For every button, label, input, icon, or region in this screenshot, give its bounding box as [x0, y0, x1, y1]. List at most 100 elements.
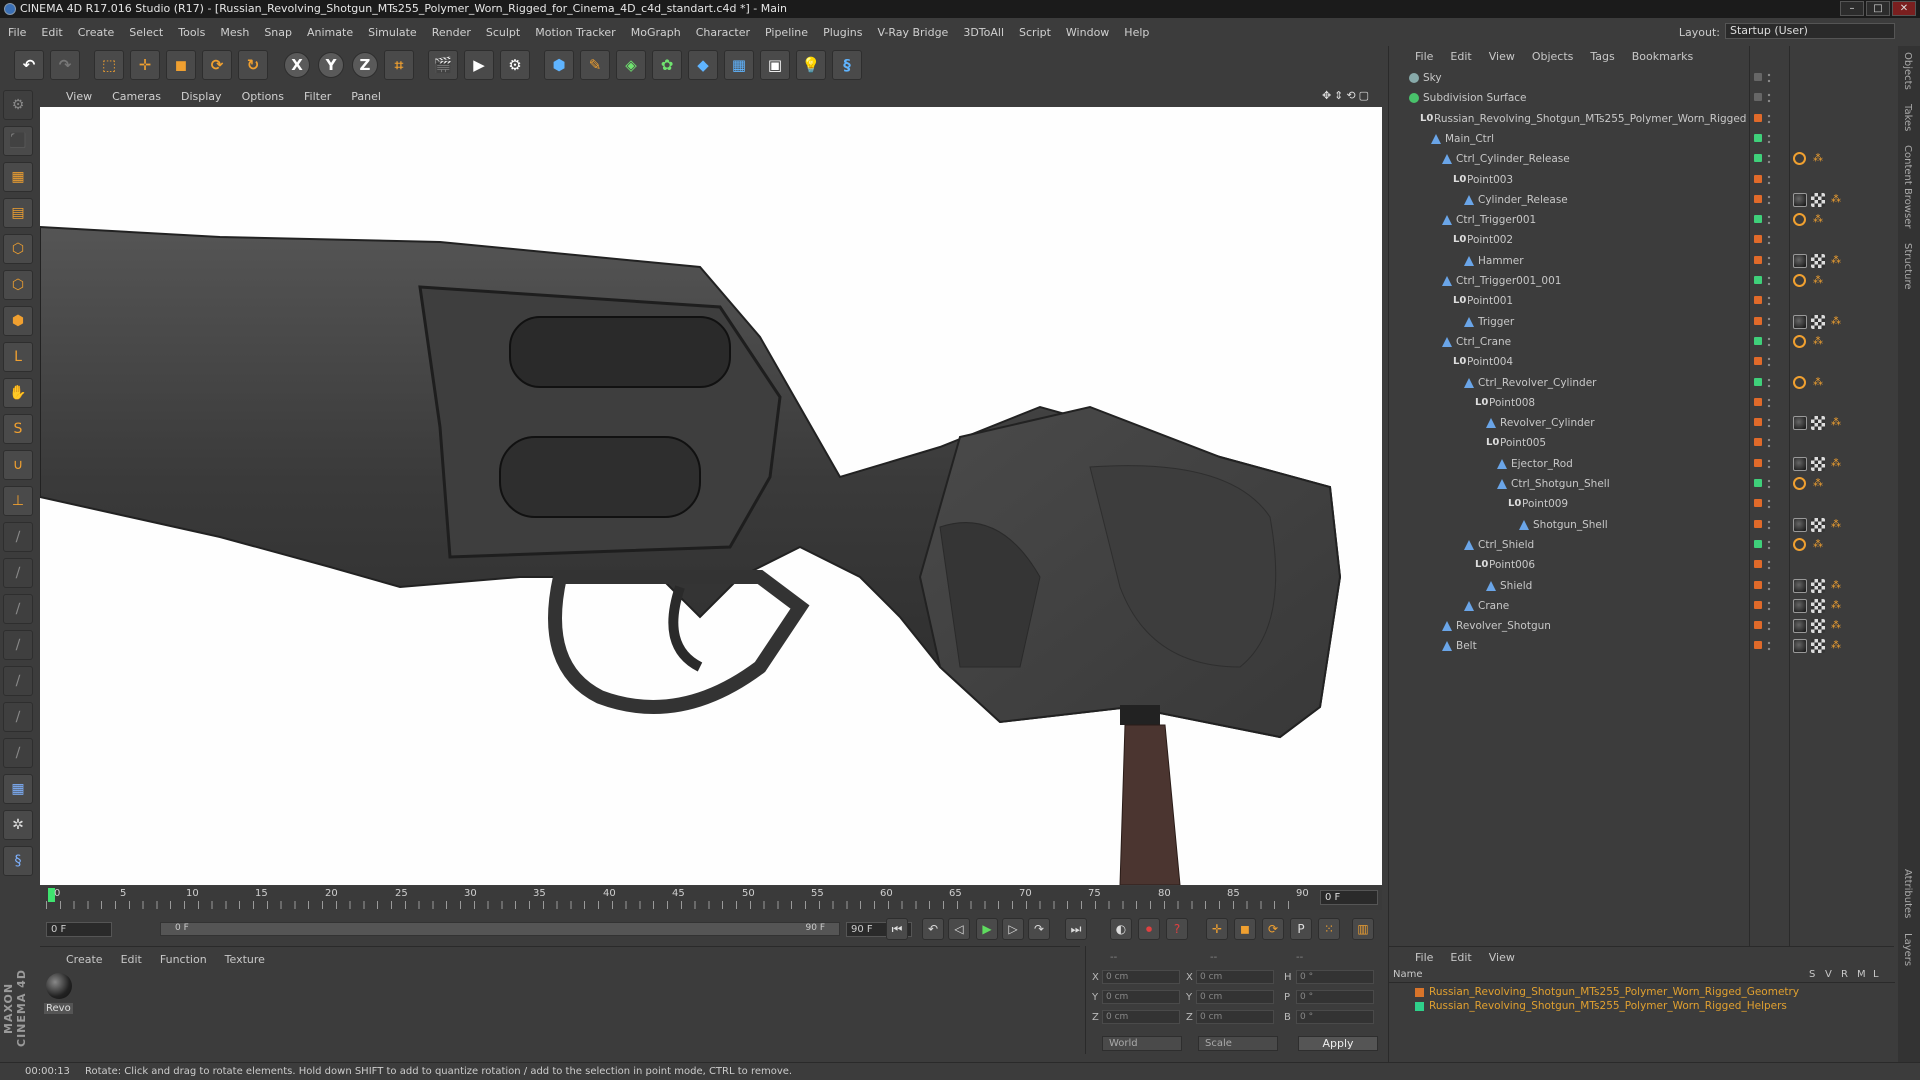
layer-color-icon[interactable]: [1754, 641, 1762, 650]
object-row[interactable]: Revolver_Shotgun ⁂: [1389, 616, 1895, 636]
gear-icon[interactable]: ✲: [3, 810, 33, 840]
object-menu-view[interactable]: View: [1489, 50, 1515, 63]
layer-color-icon[interactable]: [1754, 621, 1762, 630]
axis-mode-icon[interactable]: L: [3, 342, 33, 372]
layer-color-icon[interactable]: [1754, 133, 1762, 142]
current-frame-field[interactable]: 0 F: [1320, 890, 1378, 905]
menu-simulate[interactable]: Simulate: [368, 26, 417, 39]
visibility-toggle-icon[interactable]: [1767, 518, 1771, 531]
object-row[interactable]: Ctrl_Shotgun_Shell ⁂: [1389, 474, 1895, 494]
layer-color-icon[interactable]: [1754, 296, 1762, 305]
sculpt-brush-5-icon[interactable]: ∕: [3, 666, 33, 696]
menu-file[interactable]: File: [8, 26, 26, 39]
preview-range-slider[interactable]: 0 F 90 F: [160, 922, 840, 936]
layer-color-icon[interactable]: [1754, 235, 1762, 244]
material-tag-icon[interactable]: [1793, 192, 1807, 207]
texture-tag-icon[interactable]: [1811, 314, 1825, 329]
object-name[interactable]: Point004: [1467, 352, 1513, 372]
layer-color-icon[interactable]: [1754, 357, 1762, 366]
object-row[interactable]: Shield ⁂: [1389, 576, 1895, 596]
object-row[interactable]: Trigger ⁂: [1389, 312, 1895, 332]
recent-tool-icon[interactable]: ↻: [238, 50, 268, 80]
menu-animate[interactable]: Animate: [307, 26, 353, 39]
visibility-toggle-icon[interactable]: [1767, 620, 1771, 633]
object-name[interactable]: Belt: [1456, 636, 1477, 656]
next-frame-icon[interactable]: ▷: [1002, 918, 1024, 940]
layer-color-icon[interactable]: [1754, 336, 1762, 345]
layer-color-icon[interactable]: [1754, 93, 1762, 102]
visibility-toggle-icon[interactable]: [1767, 193, 1771, 206]
close-button[interactable]: ✕: [1892, 1, 1916, 16]
constraint-tag-icon[interactable]: ⁂: [1829, 315, 1843, 329]
previous-key-icon[interactable]: ↶: [922, 918, 944, 940]
menu-vray-bridge[interactable]: V-Ray Bridge: [877, 26, 948, 39]
object-name[interactable]: Point002: [1467, 230, 1513, 250]
constraint-tag-icon[interactable]: ⁂: [1829, 619, 1843, 633]
cube-object-icon[interactable]: ⬢: [544, 50, 574, 80]
visibility-toggle-icon[interactable]: [1767, 559, 1771, 572]
material-tag-icon[interactable]: [1793, 517, 1807, 532]
object-menu-edit[interactable]: Edit: [1450, 50, 1471, 63]
layer-menu-edit[interactable]: Edit: [1450, 951, 1471, 964]
previous-frame-icon[interactable]: ◁: [948, 918, 970, 940]
object-name[interactable]: Main_Ctrl: [1445, 129, 1494, 149]
protection-tag-icon[interactable]: [1793, 274, 1806, 287]
visibility-toggle-icon[interactable]: [1767, 92, 1771, 105]
sculpt-brush-7-icon[interactable]: ∕: [3, 738, 33, 768]
texture-mode-icon[interactable]: ▦: [3, 162, 33, 192]
object-row[interactable]: Sky: [1389, 68, 1895, 88]
layer-color-icon[interactable]: [1754, 418, 1762, 427]
visibility-toggle-icon[interactable]: [1767, 356, 1771, 369]
constraint-tag-icon[interactable]: ⁂: [1829, 457, 1843, 471]
maximize-button[interactable]: □: [1866, 1, 1890, 16]
model-mode-icon[interactable]: ⬛: [3, 126, 33, 156]
workplane-icon[interactable]: ▤: [3, 198, 33, 228]
redo-icon[interactable]: ↷: [50, 50, 80, 80]
edges-mode-icon[interactable]: ⬡: [3, 270, 33, 300]
python-icon[interactable]: §: [832, 50, 862, 80]
material-tag-icon[interactable]: [1793, 639, 1807, 654]
constraint-tag-icon[interactable]: ⁂: [1829, 193, 1843, 207]
visibility-toggle-icon[interactable]: [1767, 234, 1771, 247]
layer-color-swatch[interactable]: [1415, 988, 1424, 997]
x-axis-icon[interactable]: X: [284, 52, 310, 78]
constraint-tag-icon[interactable]: ⁂: [1811, 376, 1825, 390]
constraint-tag-icon[interactable]: ⁂: [1811, 477, 1825, 491]
workplane-axis-icon[interactable]: ⊥: [3, 486, 33, 516]
sculpt-brush-3-icon[interactable]: ∕: [3, 594, 33, 624]
object-name[interactable]: Sky: [1423, 68, 1442, 88]
object-row[interactable]: Belt ⁂: [1389, 636, 1895, 656]
constraint-tag-icon[interactable]: ⁂: [1811, 274, 1825, 288]
z-axis-icon[interactable]: Z: [352, 52, 378, 78]
menu-character[interactable]: Character: [696, 26, 750, 39]
layer-color-icon[interactable]: [1754, 276, 1762, 284]
object-name[interactable]: Ctrl_Crane: [1456, 332, 1511, 352]
visibility-toggle-icon[interactable]: [1767, 599, 1771, 612]
subdivision-icon[interactable]: ◈: [616, 50, 646, 80]
object-row[interactable]: L0 Russian_Revolving_Shotgun_MTs255_Polym…: [1389, 109, 1895, 129]
camera-icon[interactable]: ▣: [760, 50, 790, 80]
object-name[interactable]: Ctrl_Revolver_Cylinder: [1478, 373, 1597, 393]
layer-color-swatch[interactable]: [1415, 1002, 1424, 1011]
visibility-toggle-icon[interactable]: [1767, 640, 1771, 653]
go-to-end-icon[interactable]: ⏭: [1065, 918, 1087, 940]
constraint-tag-icon[interactable]: ⁂: [1829, 599, 1843, 613]
render-picture-viewer-icon[interactable]: ▶: [464, 50, 494, 80]
viewport-menu-options[interactable]: Options: [242, 90, 284, 103]
layer-color-icon[interactable]: [1754, 194, 1762, 203]
constraint-tag-icon[interactable]: ⁂: [1829, 416, 1843, 430]
visibility-toggle-icon[interactable]: [1767, 173, 1771, 186]
constraint-tag-icon[interactable]: ⁂: [1829, 518, 1843, 532]
menu-mograph[interactable]: MoGraph: [631, 26, 681, 39]
object-row[interactable]: L0 Point003: [1389, 170, 1895, 190]
object-menu-tags[interactable]: Tags: [1590, 50, 1614, 63]
layer-color-icon[interactable]: [1754, 174, 1762, 183]
magnet-icon[interactable]: ∪: [3, 450, 33, 480]
menu-edit[interactable]: Edit: [41, 26, 62, 39]
object-name[interactable]: Point001: [1467, 291, 1513, 311]
object-menu-objects[interactable]: Objects: [1532, 50, 1574, 63]
side-tab-content-browser[interactable]: Content Browser: [1902, 145, 1913, 228]
object-name[interactable]: Shield: [1500, 576, 1532, 596]
menu-3dtoall[interactable]: 3DToAll: [963, 26, 1004, 39]
object-name[interactable]: Point003: [1467, 170, 1513, 190]
